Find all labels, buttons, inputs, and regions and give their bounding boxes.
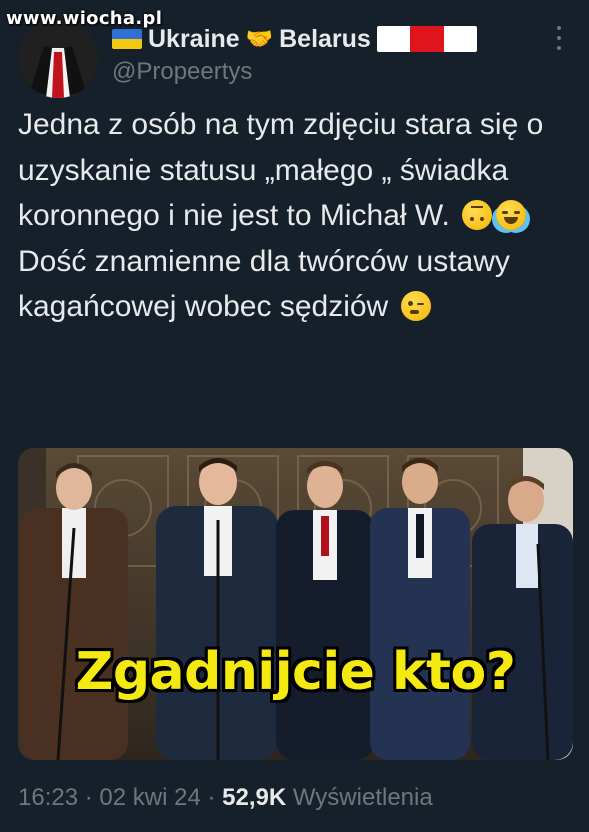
author-handle[interactable]: @Propeertys	[112, 58, 252, 86]
site-watermark: www.wiocha.pl	[6, 8, 163, 29]
author-name[interactable]: Ukraine 🤝 Belarus	[112, 22, 477, 56]
more-options-icon[interactable]	[547, 26, 571, 50]
photo-caption: Zgadnijcie kto?	[75, 642, 516, 702]
winking-face-emoji	[400, 291, 431, 321]
ukraine-flag-icon	[112, 29, 142, 49]
views-label[interactable]: Wyświetlenia	[293, 784, 433, 811]
belarus-flag-icon	[376, 26, 477, 52]
avatar-image	[18, 18, 98, 98]
author-name-right: Belarus	[279, 24, 371, 53]
meta-separator: ·	[84, 784, 93, 811]
face-with-tears-of-joy-emoji	[496, 200, 527, 230]
tweet-paragraph-1: Jedna z osób na tym zdjęciu stara się o …	[18, 102, 578, 239]
tweet-photo[interactable]: Zgadnijcie kto?	[18, 448, 573, 760]
tweet-meta: 16:23 · 02 kwi 24 · 52,9K Wyświetlenia	[18, 784, 433, 812]
avatar[interactable]	[18, 18, 98, 98]
handshake-icon: 🤝	[245, 26, 274, 51]
photo-five-men-at-podium	[18, 448, 573, 760]
tweet-text: Jedna z osób na tym zdjęciu stara się o …	[18, 102, 578, 330]
meta-separator: ·	[207, 784, 216, 811]
tweet-text-part-2: Dość znamienne dla twórców ustawy kagańc…	[18, 244, 510, 324]
tweet-time[interactable]: 16:23	[18, 784, 78, 811]
upside-down-face-emoji	[462, 200, 493, 230]
tweet-paragraph-2: Dość znamienne dla twórców ustawy kagańc…	[18, 239, 578, 330]
tweet-date[interactable]: 02 kwi 24	[99, 784, 200, 811]
views-count: 52,9K	[222, 784, 287, 811]
